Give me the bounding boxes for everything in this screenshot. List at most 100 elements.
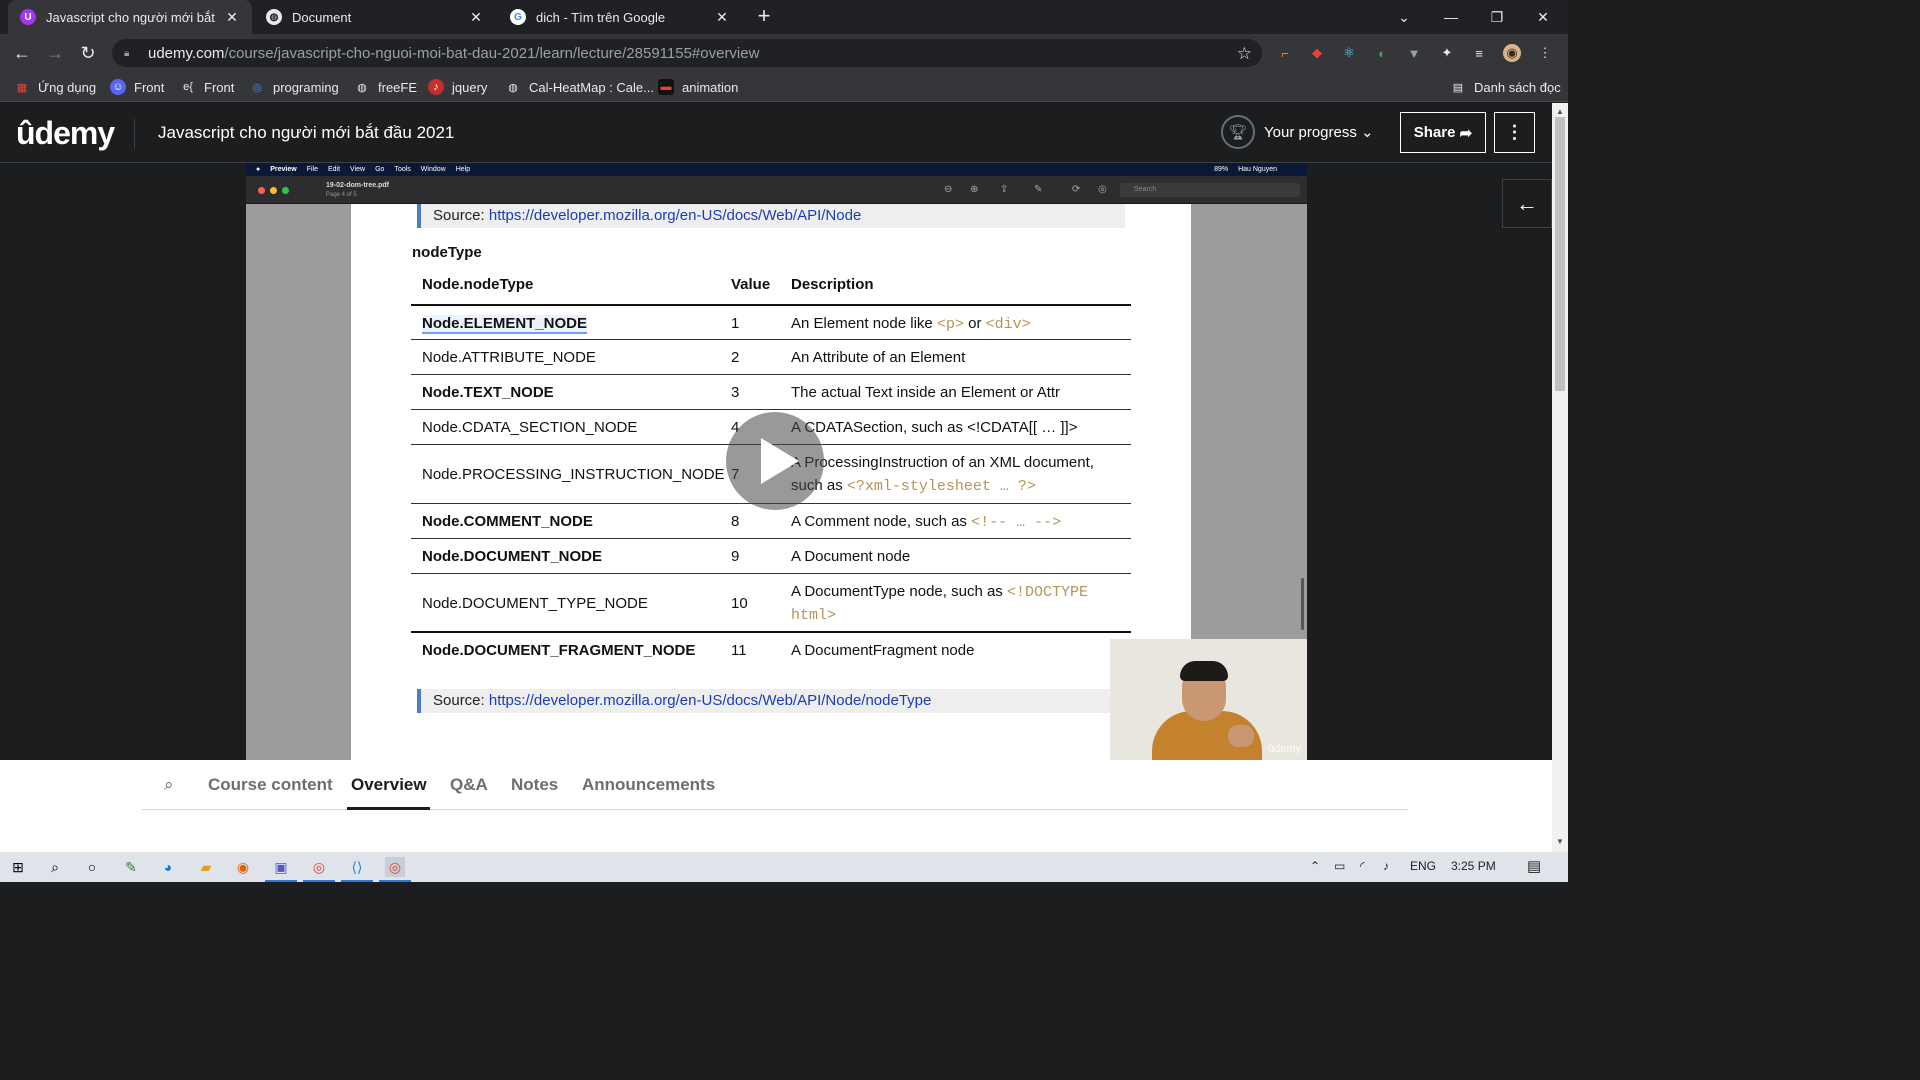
tab-search-chevron-icon[interactable]: ⌄ — [1381, 0, 1427, 34]
network-icon[interactable]: ◜ — [1360, 859, 1365, 873]
teams-icon[interactable]: ▣ — [265, 857, 297, 882]
table-row: Node.ELEMENT_NODE 1 An Element node like… — [411, 304, 1131, 339]
play-button[interactable] — [726, 412, 824, 510]
media-control-icon[interactable]: ≡ — [1470, 44, 1488, 62]
vue-devtools-icon[interactable]: ▼ — [1405, 44, 1423, 62]
windows-start-icon[interactable]: ⊞ — [8, 857, 28, 877]
zoom-out-icon: ⊖ — [944, 184, 953, 195]
firefox-icon[interactable]: ◉ — [233, 857, 253, 877]
play-icon — [761, 438, 799, 484]
restore-button[interactable]: ❐ — [1474, 0, 1520, 34]
apps-grid-icon: ▦ — [16, 81, 28, 94]
row-name: Node.DOCUMENT_NODE — [422, 548, 603, 565]
discord-icon: ☺ — [110, 79, 126, 95]
new-tab-button[interactable]: + — [752, 5, 776, 29]
edge-icon[interactable]: ◕ — [158, 857, 178, 877]
page-scrollbar[interactable]: ▲ ▼ — [1552, 103, 1568, 852]
address-bar[interactable]: 🔒︎ udemy.com/course/javascript-cho-nguoi… — [112, 39, 1262, 67]
bookmark-cal-heatmap[interactable]: ◍ Cal-HeatMap : Cale... — [505, 78, 654, 96]
bookmark-star-icon[interactable]: ☆ — [1237, 44, 1252, 64]
row-value: 11 — [731, 642, 747, 659]
close-tab-icon[interactable]: ✕ — [468, 9, 484, 25]
bookmark-jquery[interactable]: ♪ jquery — [428, 78, 487, 96]
row-name: Node.ATTRIBUTE_NODE — [422, 349, 596, 366]
close-tab-icon[interactable]: ✕ — [224, 9, 240, 25]
row-name: Node.DOCUMENT_TYPE_NODE — [422, 595, 648, 612]
tab-notes[interactable]: Notes — [511, 775, 558, 795]
pdf-scrollbar-thumb — [1301, 578, 1304, 630]
chrome-menu-icon[interactable]: ⋮ — [1536, 44, 1554, 62]
bookmark-front-code[interactable]: e{Front — [180, 78, 234, 96]
cortana-icon[interactable]: ○ — [82, 857, 102, 877]
your-progress-button[interactable]: Your progress ⌄ — [1264, 123, 1374, 141]
browser-tab-udemy[interactable]: U Javascript cho người mới bắt đầu ✕ — [8, 0, 252, 34]
page-scrollbar-thumb[interactable] — [1555, 117, 1565, 391]
bookmark-front-discord[interactable]: ☺ Front — [110, 78, 164, 96]
tab-qa[interactable]: Q&A — [450, 775, 488, 795]
video-player[interactable]: ● Preview File Edit View Go Tools Window… — [246, 163, 1307, 760]
minimize-button[interactable]: — — [1428, 0, 1474, 34]
tray-chevron-icon[interactable]: ⌃ — [1310, 859, 1320, 873]
notifications-icon[interactable]: ▤ — [1527, 857, 1541, 875]
react-devtools-icon[interactable]: ⚛ — [1340, 44, 1358, 62]
row-description-line-1: A DocumentType node, such as <!DOCTYPE — [791, 583, 1088, 601]
share-button[interactable]: Share ➦ — [1400, 112, 1486, 153]
more-options-button[interactable]: ⋮ — [1494, 112, 1535, 153]
battery-icon[interactable]: ▭ — [1334, 859, 1345, 873]
close-window-button[interactable]: ✕ — [1520, 0, 1566, 34]
row-name: Node.TEXT_NODE — [422, 384, 554, 401]
close-tab-icon[interactable]: ✕ — [714, 9, 730, 25]
pdf-search-field: Search — [1120, 183, 1300, 197]
google-favicon-icon: G — [510, 9, 526, 25]
app-feather-icon[interactable]: ✎ — [121, 857, 141, 877]
chevron-down-icon: ⌄ — [1361, 124, 1374, 141]
file-explorer-icon[interactable]: ▰ — [196, 857, 216, 877]
pdf-page-indicator: Page 4 of 5 — [326, 192, 357, 198]
chrome-icon[interactable]: ◎ — [303, 857, 335, 882]
clock[interactable]: 3:25 PM — [1451, 859, 1496, 873]
row-name: Node.PROCESSING_INSTRUCTION_NODE — [422, 466, 725, 483]
windows-taskbar: ⊞ ⌕ ○ ✎ ◕ ▰ ◉ ▣ ◎ ⟨⟩ ◎ ⌃ ▭ ◜ ♪ ENG 3:25 … — [0, 852, 1568, 882]
mac-menu-bar: ● Preview File Edit View Go Tools Window… — [246, 163, 1307, 176]
language-indicator[interactable]: ENG — [1410, 859, 1436, 873]
color-picker-extension-icon[interactable]: ◆ — [1308, 44, 1326, 62]
chrome-active-icon[interactable]: ◎ — [379, 857, 411, 882]
scroll-up-arrow-icon[interactable]: ▲ — [1556, 107, 1564, 116]
bookmark-programing[interactable]: ◎ programing — [249, 78, 339, 96]
bookmark-animation[interactable]: ▬ animation — [658, 78, 738, 96]
course-title[interactable]: Javascript cho người mới bắt đầu 2021 — [158, 123, 454, 143]
search-icon[interactable]: ⌕ — [45, 857, 65, 877]
back-button[interactable]: ← — [10, 41, 34, 65]
extensions-puzzle-icon[interactable]: ✦ — [1438, 44, 1456, 62]
scroll-down-arrow-icon[interactable]: ▼ — [1556, 837, 1564, 846]
annotate-icon: ◎ — [1098, 184, 1107, 195]
arrow-left-icon: ← — [1516, 190, 1538, 216]
lock-icon: 🔒︎ — [124, 48, 130, 59]
reload-button[interactable]: ↻ — [76, 41, 100, 65]
browser-tab-document[interactable]: ◍ Document ✕ — [254, 0, 496, 34]
volume-icon[interactable]: ♪ — [1383, 859, 1389, 873]
extension-circle-icon[interactable]: ◐ — [1373, 44, 1391, 62]
collapse-sidebar-button[interactable]: ← — [1502, 179, 1552, 228]
udemy-header: ûdemy Javascript cho người mới bắt đầu 2… — [0, 103, 1552, 163]
reading-list-button[interactable]: ▤ Danh sách đọc — [1450, 78, 1561, 96]
browser-tab-google[interactable]: G dich - Tìm trên Google ✕ — [498, 0, 742, 34]
extension-icon-1[interactable]: ⌐ — [1276, 44, 1294, 62]
vscode-icon[interactable]: ⟨⟩ — [341, 857, 373, 882]
q-icon: ◎ — [252, 81, 262, 94]
bookmark-freefe[interactable]: ◍ freeFE — [354, 78, 417, 96]
forward-button[interactable]: → — [43, 41, 67, 65]
udemy-logo[interactable]: ûdemy — [16, 115, 115, 152]
bookmark-apps[interactable]: ▦ Ứng dụng — [14, 78, 96, 96]
webcam-overlay: ûdemy — [1110, 639, 1307, 760]
profile-avatar-icon[interactable]: ◉ — [1503, 44, 1521, 62]
screen: U Javascript cho người mới bắt đầu ✕ ◍ D… — [0, 0, 1568, 882]
row-description: A DocumentFragment node — [791, 642, 975, 659]
tab-announcements[interactable]: Announcements — [582, 775, 715, 795]
tab-course-content[interactable]: Course content — [208, 775, 333, 795]
globe-icon: ◍ — [508, 81, 518, 94]
search-icon[interactable]: ⌕ — [164, 775, 174, 795]
active-tab-underline — [347, 807, 430, 810]
url-text: udemy.com/course/javascript-cho-nguoi-mo… — [148, 44, 760, 62]
tab-overview[interactable]: Overview — [351, 775, 427, 795]
